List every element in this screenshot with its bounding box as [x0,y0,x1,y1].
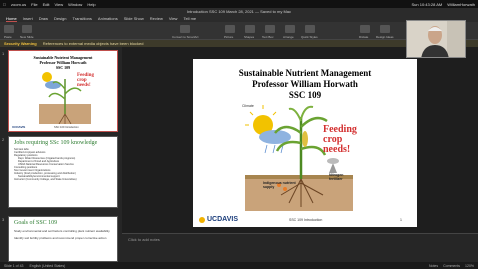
slide-editor[interactable]: Sustainable Nutrient Management Professo… [122,47,478,233]
thumb-title: Goals of SSC 109 [14,220,58,226]
comments-toggle[interactable]: Comments [443,264,460,268]
tab-transitions[interactable]: Transitions [72,16,91,21]
tab-draw[interactable]: Draw [39,16,48,21]
feeding-crop-needs-label[interactable]: Feeding crop needs! [323,125,363,155]
tab-slide-show[interactable]: Slide Show [124,16,144,21]
slide-thumbnail-pane[interactable]: 1 Sustainable Nutrient Management Profes… [0,47,122,262]
security-warning-message: References to external media objects hav… [42,41,144,46]
picture-button[interactable] [225,25,235,33]
indigenous-nutrient-label[interactable]: Indigenous nutrient supply [263,181,299,189]
thumbnail-slide-2[interactable]: Jobs requiring SSc 109 knowledge Soil te… [8,136,118,208]
tab-home[interactable]: Home [6,16,17,22]
thumb-number: 1 [2,51,5,56]
menu-view[interactable]: View [54,2,63,7]
uc-davis-seal-icon [199,216,205,223]
slide-title-line-2[interactable]: Professor William Horwath [193,79,417,89]
tab-review[interactable]: Review [150,16,163,21]
apple-icon[interactable]:  [3,2,6,7]
smartart-button[interactable] [180,25,190,33]
tab-animations[interactable]: Animations [98,16,118,21]
text-box-button[interactable] [265,25,275,33]
menu-file[interactable]: File [31,2,37,7]
thumb-title: Jobs requiring SSc 109 knowledge [14,140,98,146]
thumb-footer: SSC 109 Introduction [54,126,79,129]
mac-menu-bar:  zoom.us File Edit View Window Help Sun… [0,0,478,8]
thumb-logo: UCDAVIS [12,125,26,129]
paste-button[interactable] [4,25,14,33]
nitrogen-fertilizer-label[interactable]: Nitrogen fertilizer [329,173,353,181]
tab-view[interactable]: View [169,16,178,21]
slide-footer[interactable]: SSC 109 Introduction [289,218,322,222]
climate-label[interactable]: Climate [242,104,254,108]
presenter-video-icon [407,21,465,57]
thumbnail-slide-3[interactable]: Goals of SSC 109 Study environmental and… [8,216,118,262]
thumb-feeding-label: Feeding crop needs! [77,73,94,88]
notes-placeholder[interactable]: Click to add notes [128,237,160,242]
menu-edit[interactable]: Edit [43,2,50,7]
design-ideas-button[interactable] [380,25,390,33]
slide-counter: Slide 1 of 43 [4,263,24,268]
security-warning-title: Security Warning [4,41,37,46]
thumb-number: 2 [2,137,5,142]
menu-window[interactable]: Window [68,2,82,7]
webcam-video[interactable] [406,20,466,58]
slide-title-line-1[interactable]: Sustainable Nutrient Management [193,68,417,78]
slide-page-number[interactable]: 1 [400,218,402,222]
zoom-level[interactable]: 120% [465,264,474,268]
thumbnail-slide-1[interactable]: Sustainable Nutrient Management Professo… [8,50,118,132]
clock: Sun 10:43:28 AM [411,1,443,7]
language[interactable]: English (United States) [29,264,65,268]
crop-illustration[interactable] [245,103,353,211]
tab-design[interactable]: Design [54,16,66,21]
user-name[interactable]: WilliamHorwath [447,2,475,7]
uc-davis-logo[interactable]: UCDAVIS [199,216,238,223]
notes-pane[interactable]: Click to add notes [122,233,478,262]
dictate-button[interactable] [360,25,370,33]
status-bar: Slide 1 of 43 English (United States) No… [0,262,478,269]
quick-styles-button[interactable] [305,25,315,33]
shapes-button[interactable] [245,25,255,33]
window-title: Introduction SSC 109 March 28, 2021 — Sa… [0,8,478,15]
arrange-button[interactable] [285,25,295,33]
notes-toggle[interactable]: Notes [429,264,438,268]
slide-title-line-3[interactable]: SSC 109 [193,90,417,100]
thumb-bullet-list: Soil test labs Certified crop/pest advis… [14,148,77,181]
menu-app[interactable]: zoom.us [11,2,26,7]
thumb-number: 3 [2,217,5,222]
tab-insert[interactable]: Insert [23,16,33,21]
menu-help[interactable]: Help [87,2,95,7]
new-slide-button[interactable] [22,25,32,33]
tab-tell-me[interactable]: Tell me [183,16,196,21]
current-slide[interactable]: Sustainable Nutrient Management Professo… [193,59,417,227]
